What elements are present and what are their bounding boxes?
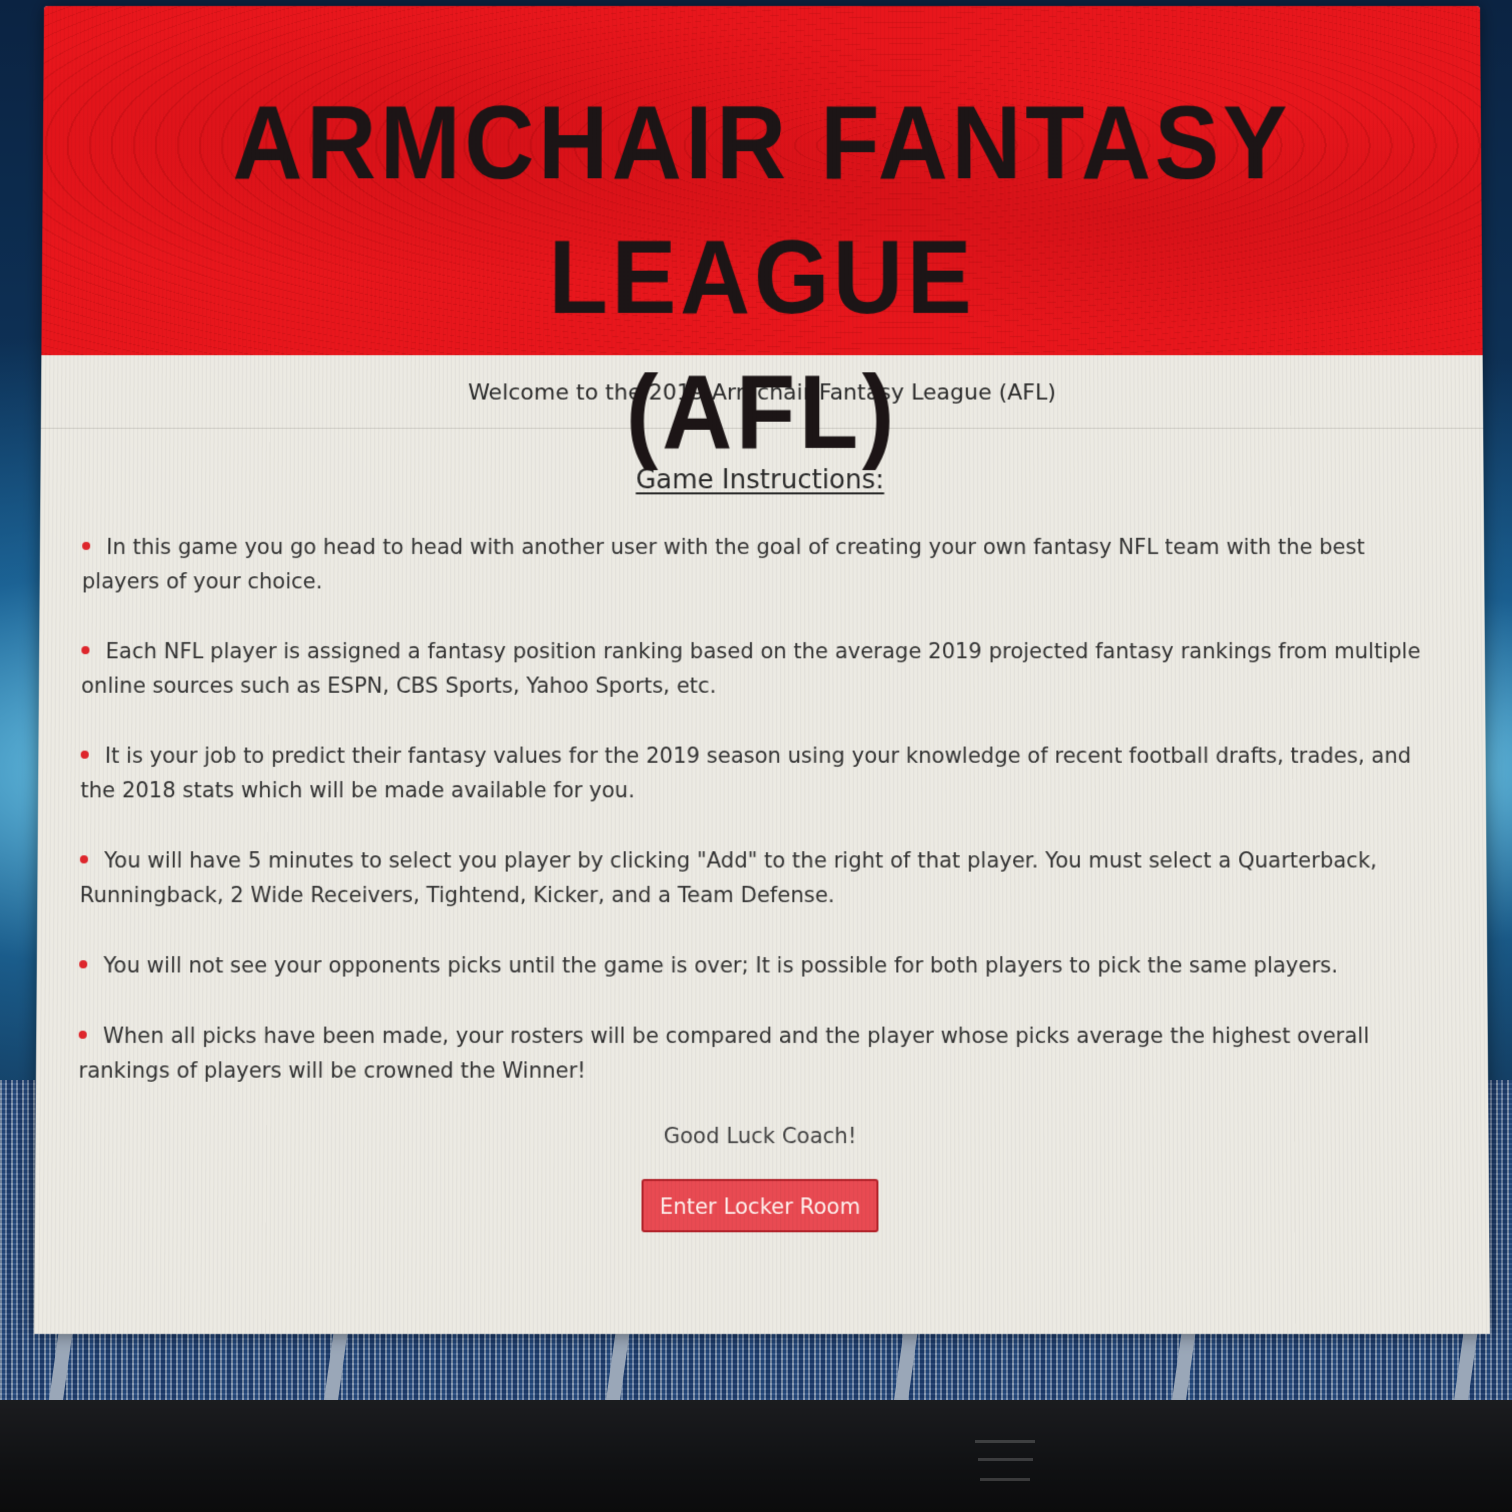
rules-list: In this game you go head to head with an… [78,530,1441,1088]
bezel-reflection [980,1478,1030,1481]
rule-text: It is your job to predict their fantasy … [80,743,1411,802]
list-item: Each NFL player is assigned a fantasy po… [81,634,1439,703]
main-card: ARMCHAIR FANTASY LEAGUE (AFL) Welcome to… [34,6,1490,1334]
rule-text: You will not see your opponents picks un… [103,953,1338,977]
list-item: When all picks have been made, your rost… [78,1018,1441,1087]
bezel-reflection [975,1440,1035,1443]
monitor-bezel [0,1400,1512,1512]
bullet-icon [80,855,88,863]
bullet-icon [79,960,87,968]
instructions-section: Game Instructions: In this game you go h… [35,465,1489,1232]
rule-text: In this game you go head to head with an… [82,535,1365,594]
site-title: ARMCHAIR FANTASY LEAGUE (AFL) [91,76,1433,480]
site-title-line1: ARMCHAIR FANTASY LEAGUE [232,85,1291,336]
rule-text: Each NFL player is assigned a fantasy po… [81,639,1420,698]
site-title-line2: (AFL) [626,354,898,471]
bullet-icon [81,646,89,654]
rule-text: You will have 5 minutes to select you pl… [80,848,1377,907]
list-item: You will have 5 minutes to select you pl… [80,843,1441,912]
rule-text: When all picks have been made, your rost… [78,1024,1369,1083]
header-banner: ARMCHAIR FANTASY LEAGUE (AFL) [41,6,1482,355]
bullet-icon [82,542,90,550]
bullet-icon [79,1031,87,1039]
bullet-icon [81,751,89,759]
bezel-reflection [978,1458,1033,1461]
enter-locker-room-button[interactable]: Enter Locker Room [641,1179,878,1232]
button-row: Enter Locker Room [77,1179,1442,1232]
list-item: It is your job to predict their fantasy … [80,738,1439,807]
list-item: You will not see your opponents picks un… [79,948,1441,983]
list-item: In this game you go head to head with an… [82,530,1438,599]
sign-off-text: Good Luck Coach! [78,1124,1442,1149]
